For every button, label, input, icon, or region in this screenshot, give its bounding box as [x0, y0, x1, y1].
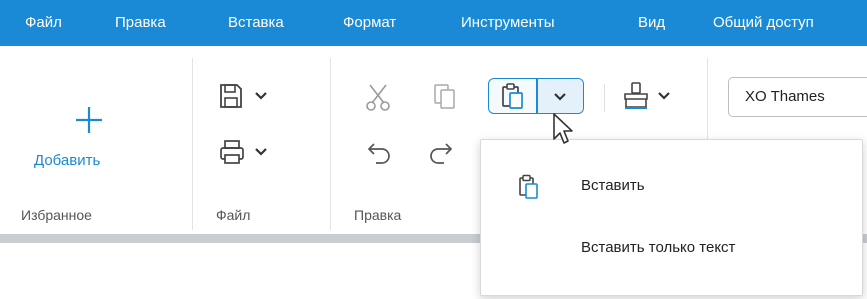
paste-options-menu: Вставить Вставить только текст [480, 139, 863, 296]
menu-item-edit[interactable]: Правка [115, 0, 166, 46]
menu-item-file[interactable]: Файл [25, 0, 62, 46]
format-painter-button[interactable] [621, 80, 681, 114]
menu-item-insert[interactable]: Вставка [228, 0, 284, 46]
plus-icon [76, 107, 102, 133]
font-name-select[interactable]: XO Thames [728, 77, 867, 117]
save-icon [220, 84, 242, 108]
copy-icon[interactable] [432, 82, 458, 112]
menu-bar: Файл Правка Вставка Формат Инструменты В… [0, 0, 867, 46]
menu-item-paste[interactable]: Вставить [481, 164, 862, 208]
scissors-icon[interactable] [364, 82, 392, 112]
brush-icon [624, 82, 648, 109]
chevron-down-icon[interactable] [254, 91, 268, 101]
paste-button-group [488, 78, 584, 114]
chevron-down-icon [554, 93, 566, 101]
paste-icon [519, 174, 538, 199]
group-separator [192, 58, 193, 230]
save-button[interactable] [216, 80, 276, 114]
menu-item-paste-label: Вставить [581, 177, 645, 194]
group-label-edit: Правка [354, 207, 402, 223]
undo-icon[interactable] [366, 140, 392, 164]
group-label-favorites: Избранное [21, 207, 92, 223]
chevron-down-icon[interactable] [254, 147, 268, 157]
group-separator [330, 58, 331, 230]
add-button-label: Добавить [34, 152, 101, 169]
menu-item-share[interactable]: Общий доступ [713, 0, 814, 46]
paste-options-dropdown[interactable] [538, 79, 583, 113]
toolbar-separator [604, 84, 605, 112]
paste-button[interactable] [489, 79, 536, 113]
paste-icon [502, 83, 523, 109]
menu-item-view[interactable]: Вид [638, 0, 665, 46]
group-label-file: Файл [216, 207, 251, 223]
menu-item-tools[interactable]: Инструменты [461, 0, 555, 46]
chevron-down-icon[interactable] [657, 91, 671, 101]
redo-icon[interactable] [428, 140, 454, 164]
menu-item-format[interactable]: Формат [343, 0, 396, 46]
menu-item-paste-text-only[interactable]: Вставить только текст [481, 226, 862, 270]
print-button[interactable] [216, 136, 276, 170]
font-name-value: XO Thames [745, 88, 825, 105]
mouse-cursor-icon [553, 113, 573, 144]
menu-item-paste-text-only-label: Вставить только текст [581, 239, 736, 256]
print-icon [220, 140, 244, 164]
